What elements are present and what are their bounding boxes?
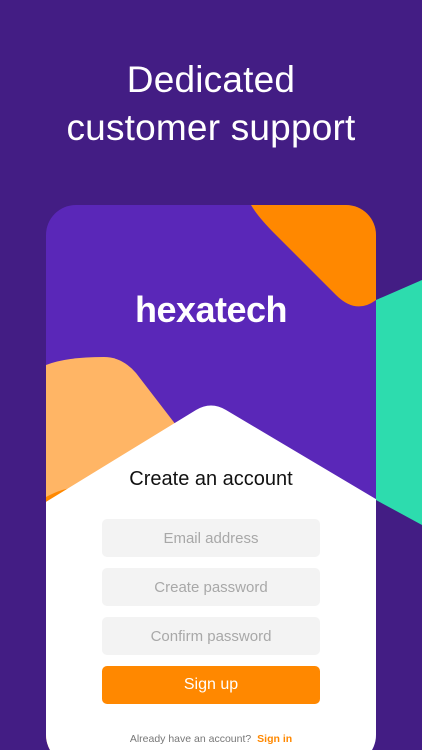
form-title: Create an account	[129, 468, 293, 490]
email-field[interactable]	[102, 519, 320, 557]
hexatech-logo: hexatech	[134, 289, 288, 330]
confirm-password-field[interactable]	[102, 617, 320, 655]
headline: Dedicated customer support	[0, 56, 422, 152]
headline-line-1: Dedicated	[126, 59, 296, 100]
sign-in-prompt-text: Already have an account?	[129, 733, 252, 745]
create-password-field[interactable]	[102, 568, 320, 606]
sign-up-button[interactable]: Sign up	[102, 666, 320, 704]
headline-line-2: customer support	[66, 107, 356, 148]
phone-mockup: hexatech Create an account Sign up Alrea…	[46, 205, 376, 750]
sign-in-prompt: Already have an account? Sign in	[46, 733, 376, 745]
sign-in-link[interactable]: Sign in	[257, 733, 292, 745]
